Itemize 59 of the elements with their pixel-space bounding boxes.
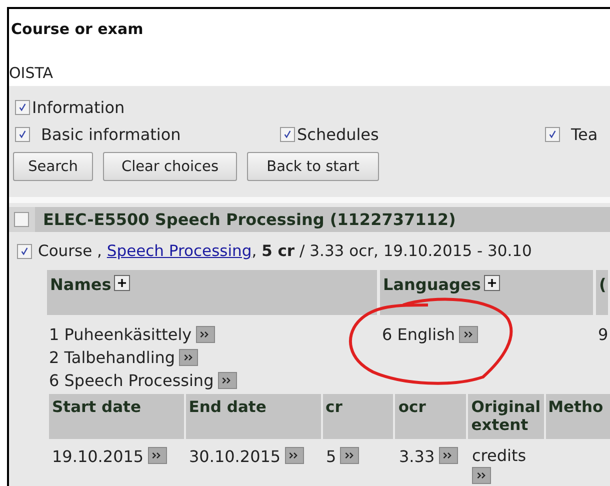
details-button[interactable]: [196, 326, 215, 343]
column-header: (: [599, 275, 606, 294]
table-cell: 9: [598, 325, 608, 344]
table-cell: 19.10.2015: [52, 447, 144, 466]
action-button[interactable]: Back to start: [247, 152, 379, 181]
checkmark-icon: [283, 130, 292, 138]
table-cell: 5: [326, 447, 336, 466]
table-cell: credits: [472, 447, 526, 465]
details-button[interactable]: [284, 447, 304, 464]
action-button[interactable]: Search: [13, 152, 93, 181]
checkbox-label: Tea: [571, 124, 598, 144]
action-button[interactable]: Clear choices: [103, 152, 237, 181]
details-button[interactable]: [459, 326, 478, 343]
checkmark-icon: [548, 130, 557, 138]
checkbox-label: Schedules: [297, 124, 379, 144]
action-link[interactable]: OISTA: [9, 44, 610, 86]
column-header: cr: [322, 394, 394, 439]
checkmark-icon: [18, 102, 27, 112]
double-chevron-icon: [344, 451, 356, 460]
course-link[interactable]: Speech Processing: [106, 242, 252, 260]
checkmark-icon: [18, 130, 27, 138]
column-header: Start date: [49, 394, 184, 439]
page-title: Course or exam: [10, 19, 144, 40]
checkbox[interactable]: [17, 244, 32, 258]
checkbox[interactable]: [545, 126, 560, 142]
details-button[interactable]: [472, 467, 491, 484]
checkbox[interactable]: [14, 212, 28, 227]
column-header: Names: [50, 275, 112, 294]
details-button[interactable]: [340, 447, 360, 464]
details-button[interactable]: [438, 447, 458, 464]
realization-text: Course , Speech Processing, 5 cr / 3.33 ocr, 19.10.2015 - 30.10: [38, 242, 532, 260]
details-button[interactable]: [218, 372, 237, 389]
checkbox[interactable]: [280, 126, 295, 142]
checkbox-label: Basic information: [41, 124, 181, 144]
column-header: Languages: [383, 275, 481, 294]
details-button[interactable]: [148, 447, 167, 464]
column-header: End date: [186, 394, 320, 439]
table-cell: 6 English: [382, 325, 456, 344]
expand-button[interactable]: [484, 275, 500, 291]
checkmark-icon: [20, 246, 29, 256]
checkbox-label: Information: [32, 98, 125, 116]
course-title: ELEC-E5500 Speech Processing (1122737112): [43, 210, 456, 229]
details-button[interactable]: [179, 349, 198, 366]
table-cell: 6 Speech Processing: [49, 371, 214, 390]
table-cell: 2 Talbehandling: [49, 348, 176, 367]
double-chevron-icon: [476, 471, 488, 480]
column-header: Metho: [546, 394, 610, 439]
plus-icon: [486, 278, 497, 288]
plus-icon: [117, 278, 128, 288]
column-header: Original extent: [468, 394, 544, 439]
table-cell: 30.10.2015: [189, 447, 281, 466]
double-chevron-icon: [462, 330, 475, 339]
checkbox[interactable]: [15, 100, 30, 114]
column-header: ocr: [395, 394, 466, 439]
checkbox[interactable]: [15, 126, 30, 142]
table-cell: 3.33: [399, 447, 435, 466]
expand-button[interactable]: [114, 275, 130, 291]
table-cell: 1 Puheenkäsittely: [49, 325, 192, 344]
double-chevron-icon: [182, 353, 195, 362]
